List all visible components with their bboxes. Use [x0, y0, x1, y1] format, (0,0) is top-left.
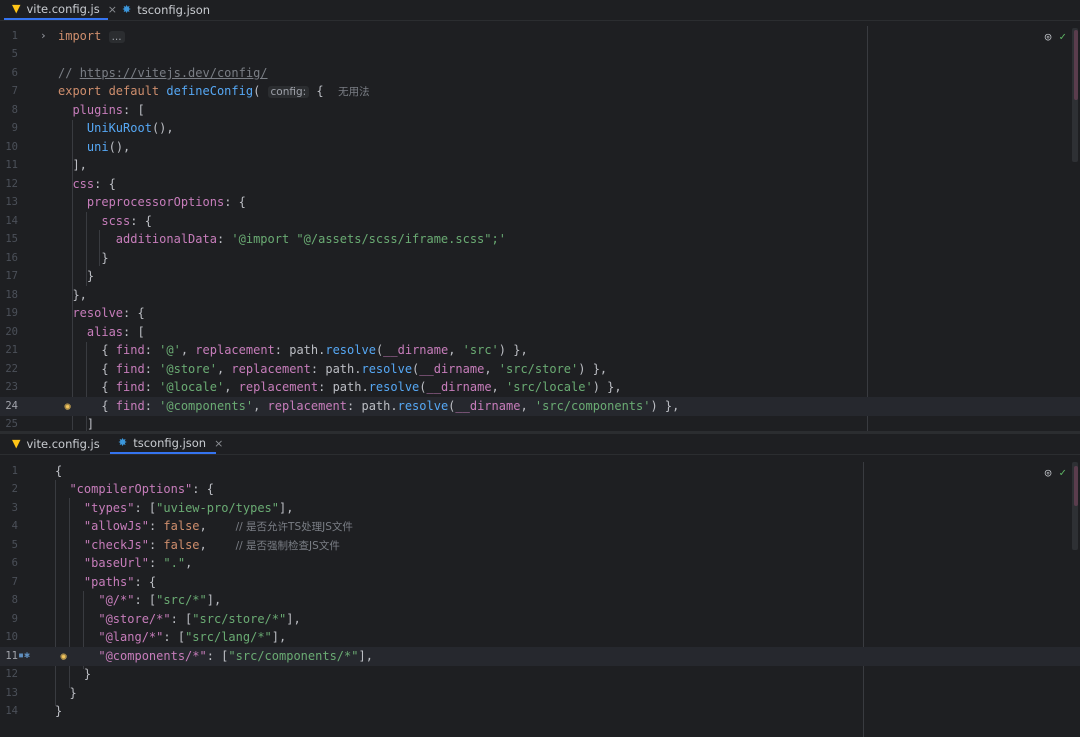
code-line[interactable]: 23 { find: '@locale', replacement: path.… [0, 378, 1080, 397]
code-line[interactable]: 14} [0, 702, 1080, 721]
code-line[interactable]: 18 }, [0, 286, 1080, 305]
code-line-current[interactable]: 24 ✺ { find: '@components', replacement: … [0, 397, 1080, 416]
bottom-editor-pane: ▼ vite.config.js ✸ tsconfig.json × ◎ ✓ 1… [0, 434, 1080, 737]
code-line[interactable]: 11 ], [0, 156, 1080, 175]
tab-label: tsconfig.json [137, 3, 211, 17]
code-line[interactable]: 1{ [0, 462, 1080, 481]
code-line[interactable]: 9 UniKuRoot(), [0, 119, 1080, 138]
json-icon: ✸ [122, 3, 132, 16]
usage-hint[interactable]: 无用法 [338, 86, 370, 98]
tab-vite-config[interactable]: ▼ vite.config.js × [4, 0, 117, 20]
code-line[interactable]: 22 { find: '@store', replacement: path.r… [0, 360, 1080, 379]
chevron-right-icon[interactable]: › [40, 27, 47, 46]
tab-label: vite.config.js [26, 2, 100, 16]
code-line[interactable]: 8 plugins: [ [0, 101, 1080, 120]
code-line[interactable]: 3 "types": ["uview-pro/types"], [0, 499, 1080, 518]
code-line[interactable]: 16 } [0, 249, 1080, 268]
code-line[interactable]: 10 "@lang/*": ["src/lang/*"], [0, 628, 1080, 647]
code-line[interactable]: 19 resolve: { [0, 304, 1080, 323]
code-line[interactable]: 21 { find: '@', replacement: path.resolv… [0, 341, 1080, 360]
bottom-tab-bar: ▼ vite.config.js ✸ tsconfig.json × [0, 434, 1080, 455]
code-line[interactable]: 5 "checkJs": false, // 是否强制检查JS文件 [0, 536, 1080, 555]
code-line[interactable]: 10 uni(), [0, 138, 1080, 157]
parameter-hint: config: [267, 86, 310, 98]
code-line[interactable]: 8 "@/*": ["src/*"], [0, 591, 1080, 610]
code-line[interactable]: 15 additionalData: '@import "@/assets/sc… [0, 230, 1080, 249]
code-line[interactable]: 12 css: { [0, 175, 1080, 194]
code-line[interactable]: 6 "baseUrl": ".", [0, 554, 1080, 573]
tab-tsconfig[interactable]: ✸ tsconfig.json [114, 0, 210, 20]
code-line-current[interactable]: 11 ▪✱ ✺ "@components/*": ["src/components/… [0, 647, 1080, 666]
tab-label: vite.config.js [26, 437, 100, 451]
code-line[interactable]: 6// https://vitejs.dev/config/ [0, 64, 1080, 83]
tab-vite-config[interactable]: ▼ vite.config.js [4, 434, 100, 454]
code-line[interactable]: 13 } [0, 684, 1080, 703]
code-line[interactable]: 9 "@store/*": ["src/store/*"], [0, 610, 1080, 629]
code-line[interactable]: 1 › import ... [0, 27, 1080, 46]
code-line[interactable]: 25 ] [0, 415, 1080, 431]
code-line[interactable]: 13 preprocessorOptions: { [0, 193, 1080, 212]
code-line[interactable]: 4 "allowJs": false, // 是否允许TS处理JS文件 [0, 517, 1080, 536]
json-icon: ✸ [118, 436, 128, 449]
code-line[interactable]: 7 export default defineConfig( config: { … [0, 82, 1080, 101]
code-comment: // 是否强制检查JS文件 [235, 540, 340, 552]
vite-icon: ▼ [12, 2, 21, 15]
code-line[interactable]: 7 "paths": { [0, 573, 1080, 592]
top-tab-bar: ▼ vite.config.js × ✸ tsconfig.json [0, 0, 1080, 21]
top-editor-pane: ▼ vite.config.js × ✸ tsconfig.json ◎ ✓ 1… [0, 0, 1080, 431]
code-line[interactable]: 12 } [0, 665, 1080, 684]
code-line[interactable]: 14 scss: { [0, 212, 1080, 231]
tab-label: tsconfig.json [133, 436, 207, 450]
code-line[interactable]: 5 [0, 45, 1080, 64]
code-comment: // 是否允许TS处理JS文件 [235, 521, 353, 533]
code-line[interactable]: 17 } [0, 267, 1080, 286]
vite-icon: ▼ [12, 437, 21, 450]
close-icon[interactable]: × [214, 437, 223, 450]
folded-region[interactable]: ... [108, 31, 125, 43]
code-line[interactable]: 20 alias: [ [0, 323, 1080, 342]
tab-tsconfig[interactable]: ✸ tsconfig.json × [110, 434, 223, 454]
bookmark-asterisk-icon[interactable]: ▪✱ [18, 647, 30, 666]
docs-link[interactable]: https://vitejs.dev/config/ [80, 66, 268, 80]
code-line[interactable]: 2 "compilerOptions": { [0, 480, 1080, 499]
